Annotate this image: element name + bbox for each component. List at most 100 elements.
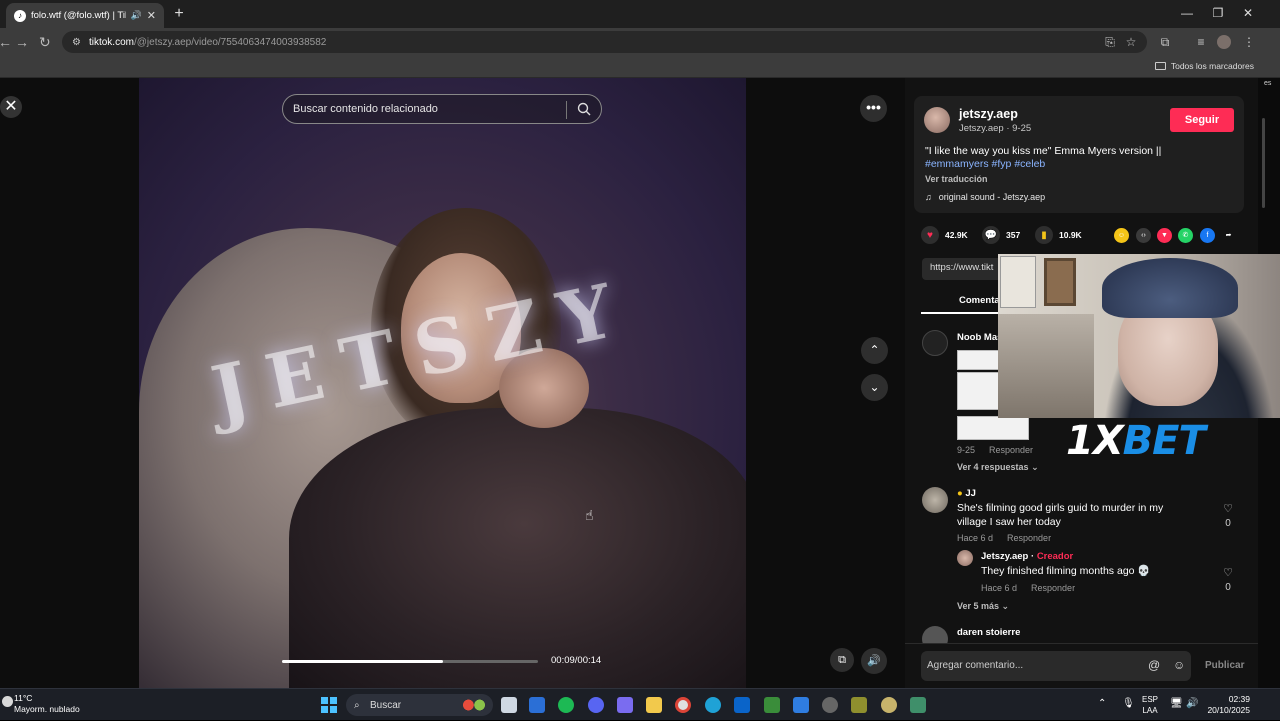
author-name[interactable]: jetszy.aep — [959, 107, 1018, 121]
comment-author[interactable]: ● JJ — [957, 488, 976, 499]
reply-reply-link[interactable]: Responder — [1031, 583, 1075, 593]
publish-button[interactable]: Publicar — [1205, 660, 1244, 671]
profile-avatar-icon[interactable] — [1217, 35, 1231, 49]
network-icon[interactable]: 🖥 — [1170, 698, 1183, 709]
clock[interactable]: 02:39 20/10/2025 — [1207, 694, 1250, 716]
comment-reply-link[interactable]: Responder — [1007, 533, 1051, 543]
comment-avatar[interactable] — [922, 487, 948, 513]
comment-meme-image[interactable] — [957, 416, 1029, 440]
microphone-icon[interactable]: 🎙 — [1122, 698, 1135, 709]
search-icon[interactable] — [577, 102, 591, 116]
author-avatar[interactable] — [924, 107, 950, 133]
app-icon[interactable] — [764, 697, 780, 713]
previous-video-button[interactable]: ⌃ — [861, 337, 888, 364]
maximize-button[interactable]: ❐ — [1203, 6, 1233, 20]
chrome-icon[interactable] — [675, 697, 691, 713]
like-action[interactable]: ♥ 42.9K — [921, 226, 968, 244]
facebook-icon[interactable]: f — [1200, 228, 1215, 243]
reload-icon[interactable]: ↻ — [39, 34, 51, 51]
reply-like-heart-icon[interactable]: ♡ — [1221, 566, 1235, 579]
todo-icon[interactable] — [793, 697, 809, 713]
outlook-icon[interactable] — [734, 697, 750, 713]
show-hidden-icons-icon[interactable]: ⌃ — [1098, 698, 1106, 709]
app-icon[interactable] — [851, 697, 867, 713]
tab-comments[interactable]: Comenta — [959, 295, 1000, 306]
start-button[interactable] — [321, 697, 337, 713]
extensions-icon[interactable]: ⧉ — [1158, 35, 1172, 49]
windows-taskbar: 11°C Mayorm. nublado ⌕ Buscar ⌃ 🎙 ESP LA… — [0, 688, 1280, 720]
share-friends-icon[interactable]: ☺ — [1114, 228, 1129, 243]
mention-icon[interactable]: @ — [1148, 658, 1160, 672]
comment-like-heart-icon[interactable]: ♡ — [1221, 502, 1235, 515]
author-subtitle: Jetszy.aep · 9-25 — [959, 123, 1032, 134]
comment-meme-image[interactable] — [957, 372, 1002, 410]
comment-reply-link[interactable]: Responder — [989, 445, 1033, 455]
video-progress-bar[interactable] — [282, 660, 538, 663]
save-action[interactable]: ▮ 10.9K — [1035, 226, 1082, 244]
sound-link[interactable]: ♫ original sound - Jetszy.aep — [925, 192, 1045, 202]
picture-in-picture-button[interactable]: ⧉ — [830, 648, 854, 672]
media-controls-icon[interactable]: ≡ — [1194, 35, 1208, 49]
app-icon[interactable] — [910, 697, 926, 713]
see-translation-link[interactable]: Ver traducción — [925, 174, 988, 184]
volume-button[interactable]: 🔊 — [861, 648, 887, 674]
hashtag[interactable]: #fyp — [992, 158, 1012, 170]
store-icon[interactable] — [529, 697, 545, 713]
view-replies-link[interactable]: Ver 4 respuestas ⌄ — [957, 462, 1039, 473]
repost-icon[interactable]: ▼ — [1157, 228, 1172, 243]
whatsapp-icon[interactable]: ✆ — [1178, 228, 1193, 243]
follow-button[interactable]: Seguir — [1170, 108, 1234, 132]
widget-fruits-icon[interactable] — [460, 697, 488, 713]
embed-code-icon[interactable]: ‹› — [1136, 228, 1151, 243]
weather-widget[interactable]: 11°C Mayorm. nublado — [2, 693, 80, 715]
emoji-icon[interactable]: ☺ — [1173, 658, 1185, 672]
task-view-icon[interactable] — [501, 697, 517, 713]
comment-author[interactable]: daren stoierre — [957, 627, 1020, 635]
comment-author[interactable]: Noob Mas — [957, 332, 1002, 343]
minimize-button[interactable]: — — [1172, 6, 1202, 20]
comment-avatar[interactable] — [922, 330, 948, 356]
copilot-icon[interactable] — [617, 697, 633, 713]
forward-icon[interactable]: → — [15, 34, 29, 50]
menu-kebab-icon[interactable]: ⋮ — [1242, 35, 1256, 49]
edge-icon[interactable] — [705, 697, 721, 713]
language-indicator[interactable]: ESP LAA — [1142, 694, 1158, 716]
sponsor-logo-b: BET — [1122, 418, 1206, 464]
install-app-icon[interactable]: ⎘ — [1103, 35, 1117, 49]
close-window-button[interactable]: ✕ — [1233, 6, 1263, 20]
speaker-icon[interactable]: 🔊 — [1186, 698, 1198, 709]
hashtag[interactable]: #celeb — [1014, 158, 1045, 170]
mouse-cursor-icon: ☝ — [585, 507, 594, 523]
site-settings-icon[interactable]: ⚙ — [72, 37, 81, 48]
next-video-button[interactable]: ⌄ — [861, 374, 888, 401]
reply-author[interactable]: Jetszy.aep · Creador — [981, 551, 1073, 562]
related-search-input[interactable]: Buscar contenido relacionado — [282, 94, 602, 124]
scrollbar-thumb[interactable] — [1262, 118, 1265, 208]
share-arrow-icon[interactable]: ➦ — [1221, 228, 1236, 243]
audio-playing-icon[interactable]: 🔊 — [131, 10, 142, 21]
reply-avatar[interactable] — [957, 550, 973, 566]
video-progress-fill — [282, 660, 444, 663]
close-video-button[interactable]: ✕ — [0, 96, 22, 118]
clock-date: 20/10/2025 — [1207, 705, 1250, 715]
new-tab-button[interactable]: + — [170, 5, 188, 23]
spotify-icon[interactable] — [558, 697, 574, 713]
all-bookmarks-folder[interactable]: Todos los marcadores — [1154, 61, 1254, 71]
copy-link-field[interactable]: https://www.tikt — [922, 258, 1002, 280]
video-player[interactable]: JETSZY — [139, 78, 746, 688]
more-options-button[interactable]: ••• — [860, 95, 887, 122]
hashtag[interactable]: #emmamyers — [925, 158, 989, 170]
discord-icon[interactable] — [588, 697, 604, 713]
comment-action[interactable]: 💬 357 — [982, 226, 1020, 244]
app-icon[interactable] — [881, 697, 897, 713]
tab-close-icon[interactable]: ✕ — [147, 9, 156, 22]
file-explorer-icon[interactable] — [646, 697, 662, 713]
reply-author-name: Jetszy.aep — [981, 551, 1029, 562]
back-icon[interactable]: ← — [0, 34, 12, 50]
app-icon[interactable] — [822, 697, 838, 713]
comment-meme-image[interactable] — [957, 350, 1002, 370]
view-more-replies-link[interactable]: Ver 5 más ⌄ — [957, 601, 1009, 612]
browser-tab[interactable]: ♪ folo.wtf (@folo.wtf) | TikTok 🔊 ✕ — [6, 3, 164, 28]
bookmark-star-icon[interactable]: ☆ — [1124, 35, 1138, 49]
address-bar[interactable]: ⚙ tiktok.com/@jetszy.aep/video/755406347… — [62, 31, 1147, 53]
